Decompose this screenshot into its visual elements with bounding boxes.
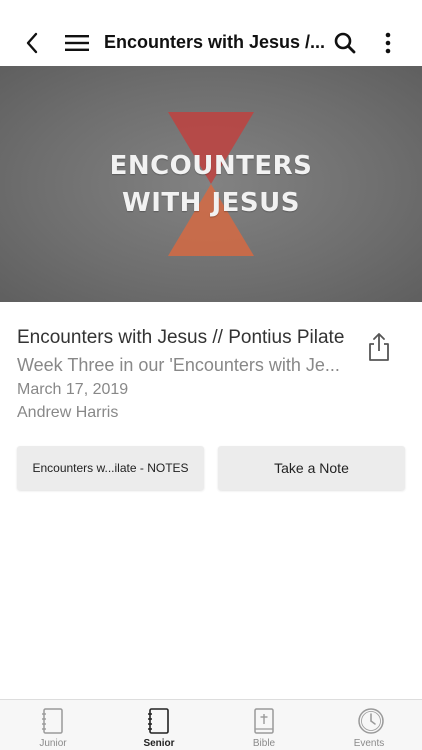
tab-label: Junior [39, 738, 67, 749]
bottom-tab-bar: Junior Senior Bible Events [0, 699, 422, 750]
clock-icon [358, 708, 384, 734]
menu-button[interactable] [62, 30, 92, 56]
tab-events[interactable]: Events [316, 700, 422, 750]
more-vertical-icon [385, 32, 391, 54]
sermon-title: Encounters with Jesus // Pontius Pilate [17, 327, 345, 348]
sermon-speaker: Andrew Harris [17, 404, 119, 421]
more-options-button[interactable] [376, 29, 400, 57]
back-button[interactable] [18, 30, 46, 56]
notebook-icon [42, 708, 63, 734]
hourglass-graphic [168, 112, 254, 256]
artwork-title-line-2: WITH JESUS [122, 188, 300, 218]
artwork-title-line-1: ENCOUNTERS [109, 151, 313, 181]
chevron-left-icon [26, 32, 38, 54]
bible-icon [254, 708, 274, 734]
notebook-icon [148, 708, 169, 734]
notes-attachment-button[interactable]: Encounters w...ilate - NOTES [17, 446, 204, 490]
sermon-description: Week Three in our 'Encounters with Je... [17, 355, 340, 375]
tab-junior[interactable]: Junior [0, 700, 106, 750]
sermon-date: March 17, 2019 [17, 381, 129, 398]
search-button[interactable] [330, 29, 360, 57]
sermon-artwork: ENCOUNTERS WITH JESUS [0, 66, 422, 302]
share-icon [369, 333, 389, 361]
page-title: Encounters with Jesus /... [104, 32, 326, 52]
take-note-button[interactable]: Take a Note [218, 446, 405, 490]
share-button[interactable] [366, 332, 394, 362]
hamburger-menu-icon [65, 35, 89, 51]
top-nav-bar: Encounters with Jesus /... [0, 0, 422, 66]
tab-label: Senior [143, 738, 175, 749]
sermon-details: Encounters with Jesus // Pontius Pilate … [17, 326, 347, 424]
tab-label: Events [353, 738, 385, 749]
tab-senior[interactable]: Senior [106, 700, 212, 750]
search-icon [334, 32, 356, 54]
tab-label: Bible [252, 738, 276, 749]
tab-bible[interactable]: Bible [211, 700, 317, 750]
